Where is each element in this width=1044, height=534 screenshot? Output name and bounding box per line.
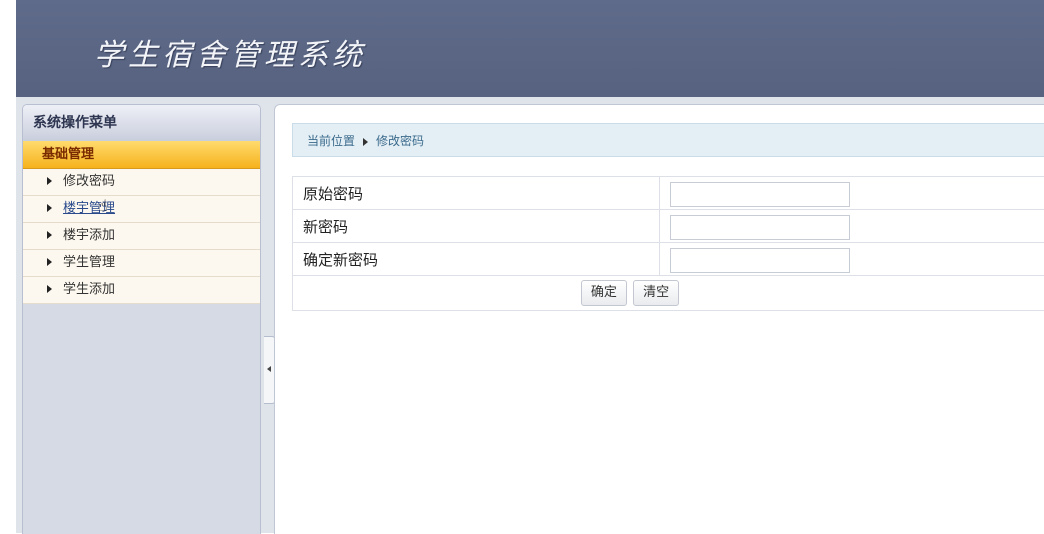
old-password-input[interactable] <box>670 182 850 207</box>
header-banner: 学生宿舍管理系统 <box>16 0 1044 97</box>
sidebar-item-label: 学生管理 <box>63 255 115 270</box>
sidebar-item-change-password[interactable]: 修改密码 <box>23 169 260 196</box>
new-password-label: 新密码 <box>293 210 660 243</box>
triangle-right-icon <box>47 177 52 185</box>
reset-button[interactable]: 清空 <box>633 280 679 306</box>
form-button-row: 确定 清空 <box>293 276 1044 311</box>
hand-cursor-icon: ☝ <box>98 197 112 215</box>
triangle-right-icon <box>47 204 52 212</box>
sidebar-item-label: 楼宇添加 <box>63 228 115 243</box>
breadcrumb-current: 修改密码 <box>376 134 424 148</box>
form-row: 新密码 <box>293 210 1044 243</box>
sidebar-item-building-add[interactable]: 楼宇添加 <box>23 223 260 250</box>
sidebar: 系统操作菜单 基础管理 修改密码 楼宇管理 楼宇添加 学生管理 学生添加 <box>22 104 261 534</box>
sidebar-item-label: 修改密码 <box>63 174 115 189</box>
new-password-input[interactable] <box>670 215 850 240</box>
form-row: 原始密码 <box>293 177 1044 210</box>
password-form: 原始密码 新密码 确定新密码 确定 清空 <box>292 176 1044 311</box>
triangle-right-icon <box>363 138 368 146</box>
sidebar-item-student-manage[interactable]: 学生管理 <box>23 250 260 277</box>
sidebar-item-building-manage[interactable]: 楼宇管理 <box>23 196 260 223</box>
sidebar-title: 系统操作菜单 <box>23 105 260 141</box>
menu-group-basic[interactable]: 基础管理 <box>23 141 260 169</box>
triangle-right-icon <box>47 285 52 293</box>
breadcrumb: 当前位置 修改密码 <box>292 123 1044 157</box>
old-password-label: 原始密码 <box>293 177 660 210</box>
triangle-right-icon <box>47 231 52 239</box>
sidebar-item-label: 学生添加 <box>63 282 115 297</box>
confirm-password-label: 确定新密码 <box>293 243 660 276</box>
app-title: 学生宿舍管理系统 <box>94 30 366 74</box>
sidebar-item-student-add[interactable]: 学生添加 <box>23 277 260 304</box>
confirm-password-input[interactable] <box>670 248 850 273</box>
submit-button[interactable]: 确定 <box>581 280 627 306</box>
form-row: 确定新密码 <box>293 243 1044 276</box>
triangle-left-icon <box>267 366 271 372</box>
app-frame: 学生宿舍管理系统 系统操作菜单 基础管理 修改密码 楼宇管理 楼宇添加 学生管理… <box>16 0 1044 533</box>
triangle-right-icon <box>47 258 52 266</box>
breadcrumb-prefix: 当前位置 <box>307 134 355 148</box>
main-panel: 当前位置 修改密码 原始密码 新密码 确定新密码 确定 清空 <box>274 104 1044 534</box>
